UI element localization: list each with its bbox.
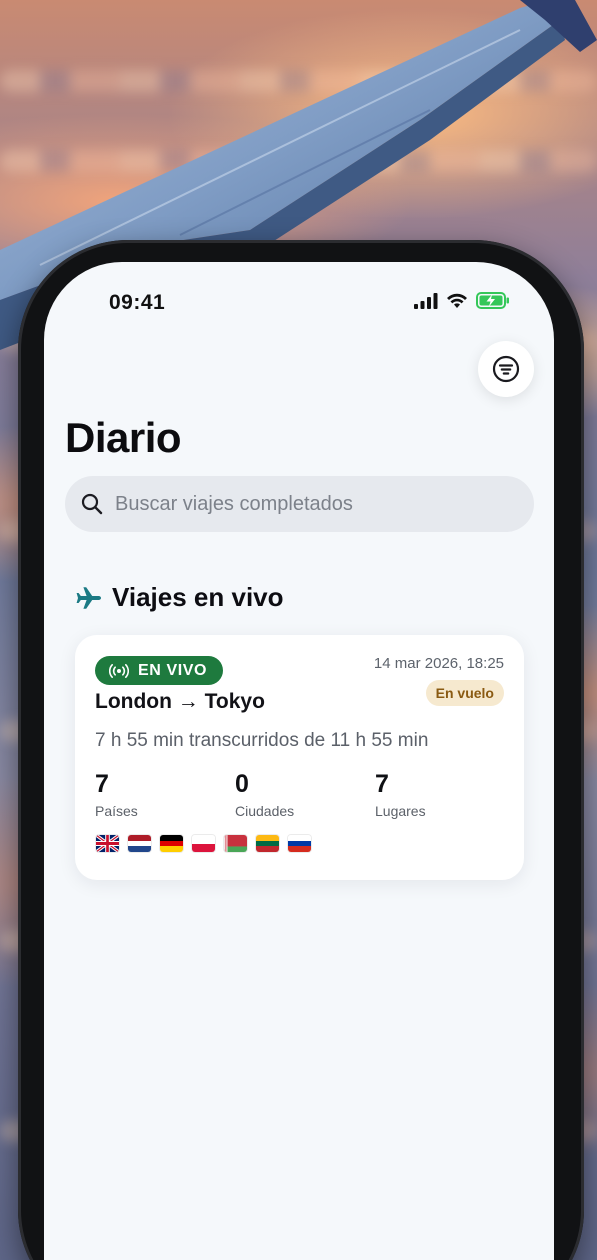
stat-value: 7: [375, 770, 389, 798]
page-title: Diario: [65, 414, 182, 461]
airplane-icon: [76, 586, 101, 609]
stat-label: Ciudades: [235, 803, 295, 819]
live-badge: EN VIVO: [95, 656, 224, 685]
filter-icon: [492, 355, 520, 383]
stat-value: 0: [235, 770, 249, 798]
flag-united-kingdom-icon: [96, 835, 119, 852]
country-flags: [96, 835, 311, 852]
status-bar-time: 09:41: [109, 291, 166, 314]
stat-label: Lugares: [375, 803, 426, 819]
flight-status-badge: En vuelo: [425, 680, 504, 706]
trip-stats: 7 Países 0 Ciudades 7 Lugares: [95, 769, 515, 819]
live-trip-card[interactable]: EN VIVO 14 mar 2026, 18:25 En vuelo Lond…: [75, 635, 524, 880]
battery-charging-icon: [476, 292, 509, 309]
trip-route: London → Tokyo: [95, 690, 265, 713]
trip-elapsed: 7 h 55 min transcurridos de 11 h 55 min: [95, 730, 429, 751]
section-title: Viajes en vivo: [112, 582, 284, 612]
flag-poland-icon: [192, 835, 215, 852]
wifi-icon: [447, 293, 467, 308]
search-placeholder: Buscar viajes completados: [115, 492, 353, 515]
cellular-signal-icon: [414, 292, 438, 309]
flag-belarus-icon: [224, 835, 247, 852]
live-trips-header: Viajes en vivo: [76, 582, 284, 613]
flag-lithuania-icon: [256, 835, 279, 852]
flag-russia-icon: [288, 835, 311, 852]
flag-germany-icon: [160, 835, 183, 852]
stat-cities: 0 Ciudades: [235, 769, 375, 819]
search-input[interactable]: Buscar viajes completados: [65, 476, 534, 532]
stat-label: Países: [95, 803, 138, 819]
filter-button[interactable]: [478, 341, 534, 397]
broadcast-icon: [109, 663, 129, 678]
stat-value: 7: [95, 770, 109, 798]
search-icon: [81, 493, 103, 515]
status-bar-icons: [414, 292, 510, 309]
stat-countries: 7 Países: [95, 769, 235, 819]
flag-netherlands-icon: [128, 835, 151, 852]
stat-places: 7 Lugares: [375, 769, 515, 819]
live-badge-label: EN VIVO: [138, 661, 208, 679]
trip-date: 14 mar 2026, 18:25: [373, 655, 504, 672]
app-screen: 09:41 Diario Buscar viajes completados V…: [44, 262, 554, 1260]
